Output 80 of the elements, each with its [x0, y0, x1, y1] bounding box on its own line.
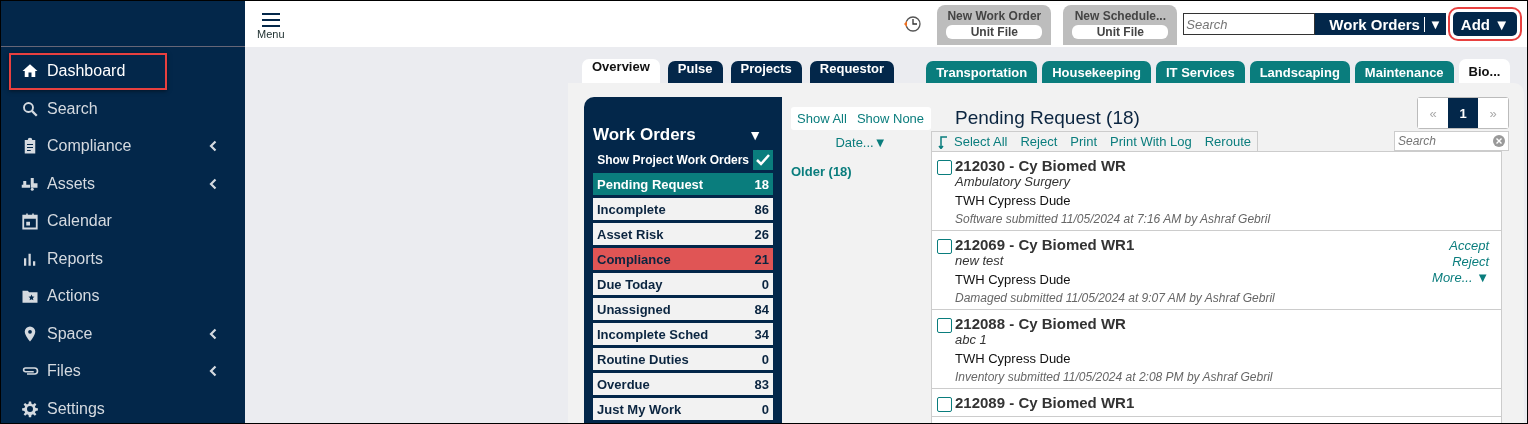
toolbar-link[interactable]: Reroute: [1204, 134, 1251, 149]
list-title: Pending Request (18): [955, 107, 1140, 129]
menu-button[interactable]: Menu: [257, 8, 285, 40]
arrow-icon: [938, 134, 948, 149]
tab[interactable]: Projects: [730, 61, 802, 83]
toolbar-link[interactable]: Print With Log: [1110, 134, 1192, 149]
work-order-subtitle: new test: [955, 253, 1005, 268]
status-filter-item[interactable]: Just My Work 0: [593, 398, 773, 420]
row-checkbox[interactable]: [937, 397, 952, 412]
sidebar-item[interactable]: Space: [9, 315, 219, 352]
page-button[interactable]: 1: [1448, 98, 1478, 128]
unit-file-label: Unit File: [946, 25, 1043, 39]
status-filter-item[interactable]: Incomplete 86: [593, 198, 773, 220]
sidebar-item[interactable]: Calendar: [9, 203, 219, 240]
row-action-link[interactable]: More... ▼: [1432, 270, 1489, 285]
date-group-link[interactable]: Older (18): [791, 164, 852, 179]
work-order-title[interactable]: 212069 - Cy Biomed WR1: [955, 236, 1430, 253]
tab[interactable]: Requestor: [809, 61, 895, 83]
tab[interactable]: Bio...: [1458, 59, 1511, 83]
work-order-location: TWH Cypress Dude: [955, 193, 1072, 208]
clock-icon[interactable]: [903, 15, 922, 33]
sidebar-item[interactable]: Assets: [9, 165, 219, 202]
status-filter-item[interactable]: Unassigned 84: [593, 298, 773, 320]
tab[interactable]: Landscaping: [1249, 61, 1350, 83]
show-project-checkbox[interactable]: [753, 150, 773, 170]
work-order-subtitle: Ambulatory Surgery: [955, 174, 1072, 189]
sidebar-item[interactable]: Files: [9, 353, 219, 390]
status-filter-item[interactable]: Asset Risk 26: [593, 223, 773, 245]
status-filter-item[interactable]: Routine Duties 0: [593, 348, 773, 370]
work-order-subtitle: abc 1: [955, 332, 988, 347]
sort-dropdown[interactable]: Date...▼: [835, 135, 887, 150]
sidebar-item[interactable]: Settings: [9, 390, 219, 423]
unit-file-label: Unit File: [1072, 25, 1169, 39]
tab[interactable]: Maintenance: [1354, 61, 1454, 83]
work-order-title[interactable]: 212088 - Cy Biomed WR: [955, 315, 1489, 332]
status-filter-item[interactable]: Due Today 0: [593, 273, 773, 295]
menu-icon: [260, 12, 281, 28]
panel-title: Work Orders: [593, 125, 696, 145]
tab[interactable]: Transportation: [926, 61, 1038, 83]
status-filter-item[interactable]: Overdue 83: [593, 373, 773, 395]
status-filter-item[interactable]: Incomplete Sched 34: [593, 323, 773, 345]
dropdown-caret[interactable]: ▼: [748, 127, 762, 143]
sidebar-item[interactable]: Compliance: [9, 128, 219, 165]
submission-info: Inventory submitted 11/05/2024 at 2:08 PM by Ashraf Gebril: [955, 370, 1274, 384]
row-checkbox[interactable]: [937, 160, 952, 175]
toolbar-link[interactable]: Print: [1070, 134, 1098, 149]
row-checkbox[interactable]: [937, 318, 952, 333]
module-dropdown[interactable]: Work Orders ▼: [1315, 13, 1446, 35]
tab[interactable]: Overview: [582, 59, 660, 83]
calendar-icon: [21, 212, 39, 231]
toolbar-link[interactable]: Select All: [954, 134, 1008, 149]
sidebar-item[interactable]: Actions: [9, 278, 219, 315]
sidebar-item[interactable]: Reports: [9, 240, 219, 277]
submission-info: Software submitted 11/05/2024 at 7:16 AM by Ashraf Gebril: [955, 212, 1272, 226]
sidebar-item[interactable]: Search: [9, 90, 219, 127]
row-action-link[interactable]: Reject: [1452, 254, 1489, 269]
tab[interactable]: Pulse: [667, 61, 723, 83]
tab[interactable]: IT Services: [1156, 61, 1245, 83]
list-search-field[interactable]: Search: [1394, 131, 1509, 151]
status-filter-item[interactable]: Compliance 21: [593, 248, 773, 270]
show-all-link[interactable]: Show All: [797, 111, 847, 126]
work-order-location: TWH Cypress Dude: [955, 272, 1072, 287]
submission-info: Damaged submitted 11/05/2024 at 9:07 AM by Ashraf Gebril: [955, 291, 1276, 305]
work-order-location: TWH Cypress Dude: [955, 351, 1072, 366]
checkbox-label: Show Project Work Orders: [597, 153, 749, 167]
sidebar-item[interactable]: Dashboard: [9, 53, 167, 90]
work-order-title[interactable]: 212030 - Cy Biomed WR: [955, 157, 1489, 174]
row-checkbox[interactable]: [937, 239, 952, 254]
toolbar-link[interactable]: Reject: [1020, 134, 1058, 149]
quick-tab[interactable]: New Schedule... Unit File: [1063, 5, 1178, 45]
search-field[interactable]: Search: [1183, 13, 1316, 35]
search-icon: [21, 99, 39, 118]
settings-icon: [21, 399, 39, 418]
status-filter-item[interactable]: Pending Request 18: [593, 173, 773, 195]
tab[interactable]: Housekeeping: [1042, 61, 1151, 83]
quick-tab[interactable]: New Work Order Unit File: [937, 5, 1052, 45]
row-action-link[interactable]: Accept: [1449, 238, 1489, 253]
work-order-title[interactable]: 212089 - Cy Biomed WR1: [955, 394, 1489, 411]
show-none-link[interactable]: Show None: [856, 111, 925, 126]
clear-icon[interactable]: [1493, 135, 1505, 147]
